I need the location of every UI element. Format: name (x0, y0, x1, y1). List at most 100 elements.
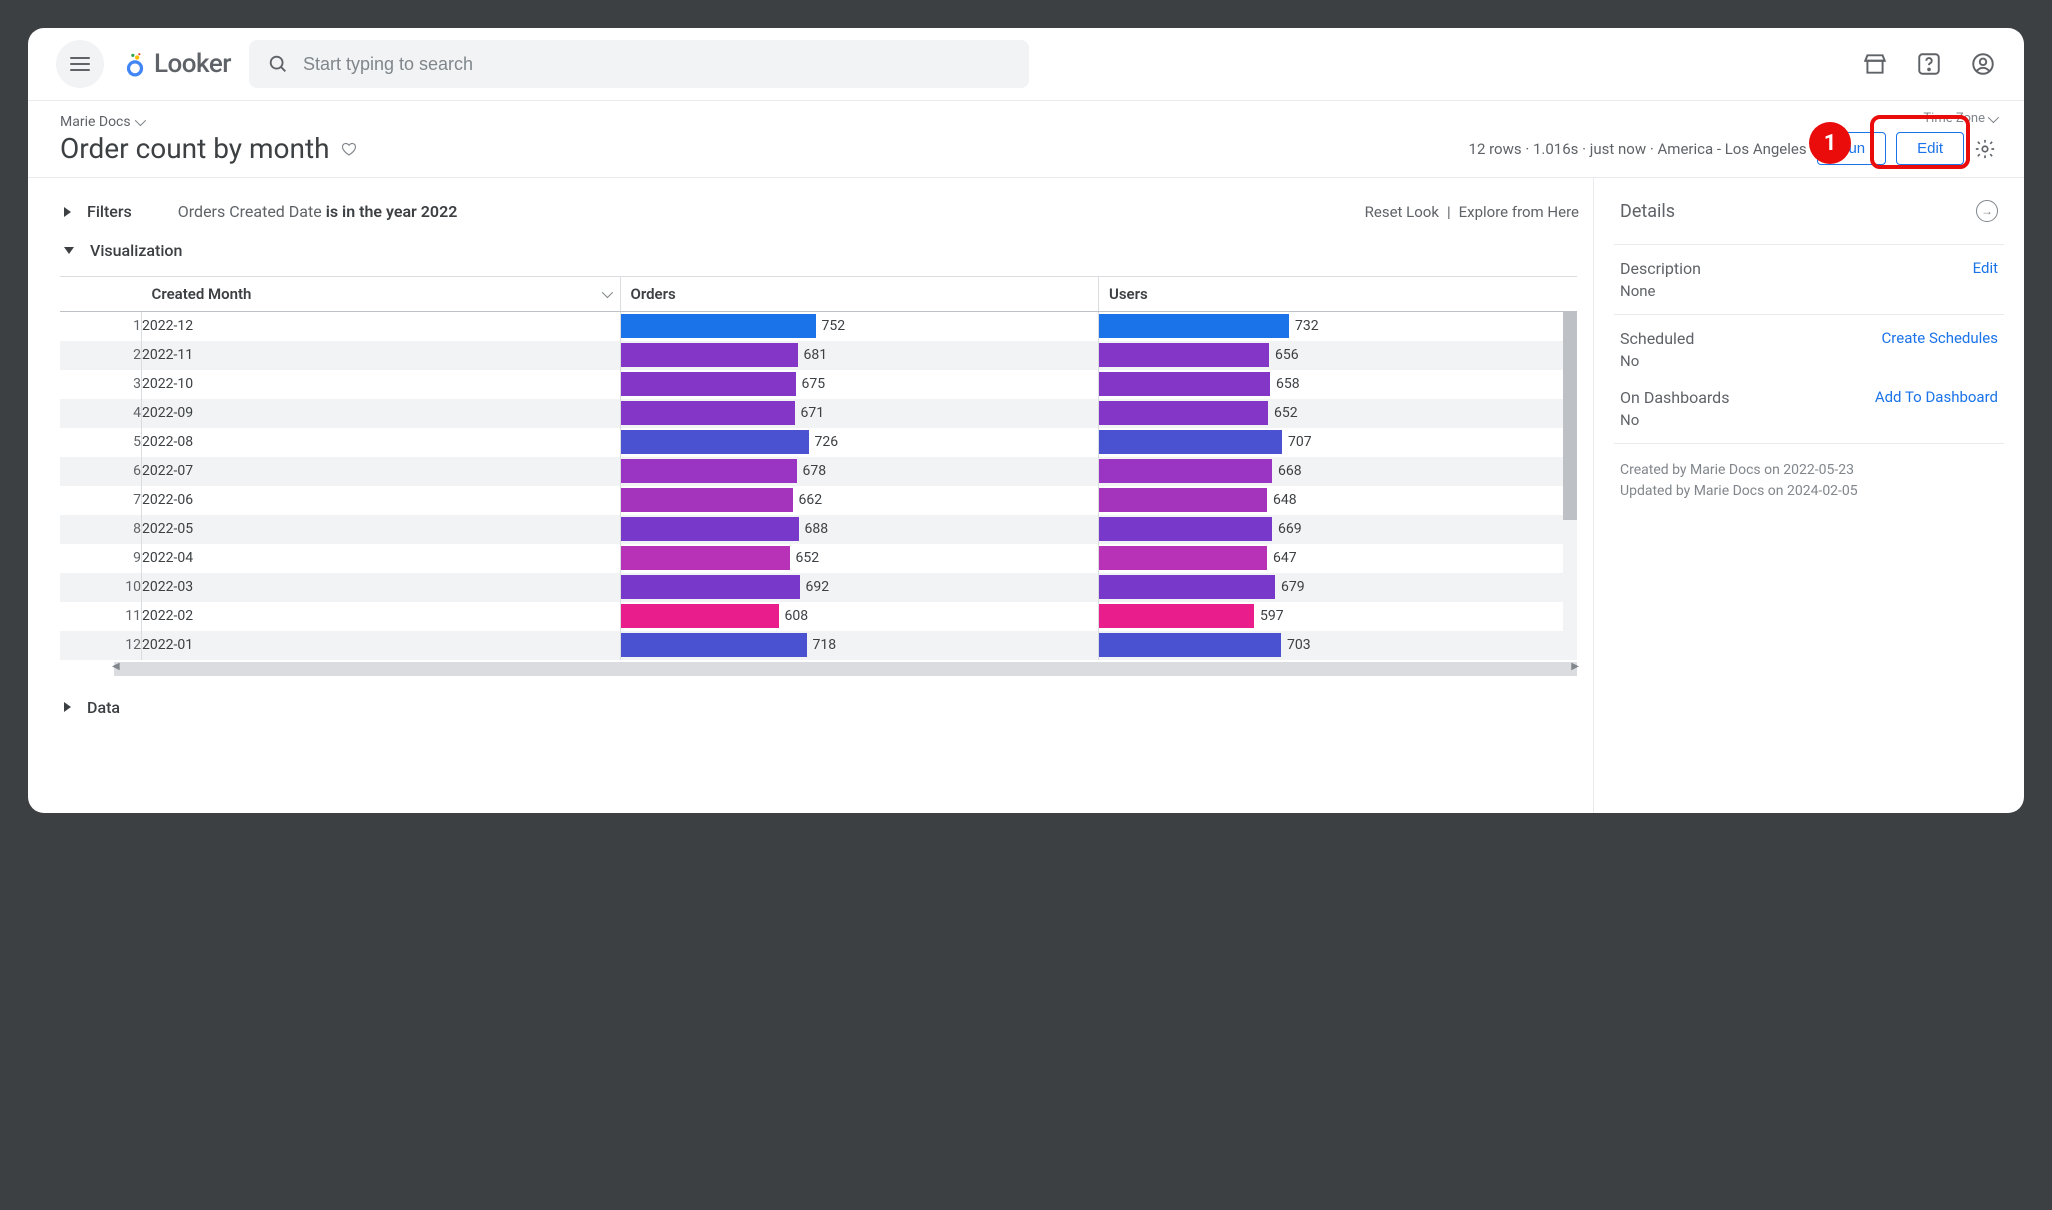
row-number: 8 (60, 515, 142, 544)
topbar: Looker (28, 28, 2024, 101)
row-number: 10 (60, 573, 142, 602)
month-cell: 2022-06 (142, 486, 620, 515)
users-bar-cell: 679 (1098, 573, 1577, 602)
orders-bar-cell: 671 (620, 399, 1098, 428)
row-number: 6 (60, 457, 142, 486)
gear-icon[interactable] (1974, 138, 1996, 160)
table-row[interactable]: 12 2022-01 718 703 (60, 631, 1577, 660)
caret-right-icon (64, 207, 71, 217)
search-bar[interactable] (249, 40, 1029, 88)
table-row[interactable]: 11 2022-02 608 597 (60, 602, 1577, 631)
data-label: Data (87, 698, 120, 717)
table-row[interactable]: 3 2022-10 675 658 (60, 370, 1577, 399)
users-bar-cell: 597 (1098, 602, 1577, 631)
app-window: Looker Marie Docs (28, 28, 2024, 813)
table-row[interactable]: 7 2022-06 662 648 (60, 486, 1577, 515)
add-to-dashboard-link[interactable]: Add To Dashboard (1875, 388, 1998, 406)
row-number: 5 (60, 428, 142, 457)
horizontal-scrollbar[interactable] (114, 662, 1577, 676)
row-number-header (60, 277, 142, 312)
month-cell: 2022-10 (142, 370, 620, 399)
row-number: 11 (60, 602, 142, 631)
month-cell: 2022-03 (142, 573, 620, 602)
table-row[interactable]: 10 2022-03 692 679 (60, 573, 1577, 602)
hamburger-icon (70, 57, 90, 71)
month-cell: 2022-08 (142, 428, 620, 457)
visualization-table: Created Month Orders Users 1 2022-12 752… (60, 276, 1577, 676)
table-row[interactable]: 9 2022-04 652 647 (60, 544, 1577, 573)
table-row[interactable]: 8 2022-05 688 669 (60, 515, 1577, 544)
users-bar-cell: 652 (1098, 399, 1577, 428)
row-number: 9 (60, 544, 142, 573)
column-header-orders[interactable]: Orders (620, 277, 1098, 312)
favorite-icon[interactable] (340, 140, 358, 158)
table-row[interactable]: 1 2022-12 752 732 (60, 312, 1577, 341)
logo[interactable]: Looker (122, 49, 231, 79)
users-bar-cell: 658 (1098, 370, 1577, 399)
orders-bar-cell: 652 (620, 544, 1098, 573)
details-title: Details (1620, 201, 1675, 222)
marketplace-icon[interactable] (1862, 51, 1888, 77)
details-pane: Details → Description None Edit Schedule… (1594, 178, 2024, 813)
month-cell: 2022-02 (142, 602, 620, 631)
caret-right-icon (64, 702, 71, 712)
search-icon (267, 53, 289, 75)
orders-bar-cell: 726 (620, 428, 1098, 457)
month-cell: 2022-05 (142, 515, 620, 544)
orders-bar-cell: 608 (620, 602, 1098, 631)
chevron-down-icon (601, 287, 612, 298)
row-number: 3 (60, 370, 142, 399)
filters-label: Filters (87, 202, 132, 221)
table-row[interactable]: 5 2022-08 726 707 (60, 428, 1577, 457)
orders-bar-cell: 692 (620, 573, 1098, 602)
top-icons (1862, 51, 1996, 77)
annotation-box (1870, 115, 1970, 169)
scheduled-value: No (1620, 352, 1694, 370)
hamburger-button[interactable] (56, 40, 104, 88)
search-input[interactable] (303, 54, 1011, 75)
metadata-text: Created by Marie Docs on 2022-05-23 Upda… (1614, 443, 2004, 518)
looker-logo-icon (122, 51, 148, 77)
edit-description-link[interactable]: Edit (1973, 259, 1998, 277)
row-number: 12 (60, 631, 142, 660)
chevron-down-icon (134, 115, 145, 126)
users-bar-cell: 732 (1098, 312, 1577, 341)
breadcrumb[interactable]: Marie Docs (60, 114, 358, 130)
users-bar-cell: 703 (1098, 631, 1577, 660)
users-bar-cell: 668 (1098, 457, 1577, 486)
orders-bar-cell: 752 (620, 312, 1098, 341)
collapse-icon[interactable]: → (1976, 200, 1998, 222)
on-dashboards-label: On Dashboards (1620, 388, 1729, 407)
page-title-text: Order count by month (60, 132, 330, 165)
orders-bar-cell: 688 (620, 515, 1098, 544)
table-row[interactable]: 2 2022-11 681 656 (60, 341, 1577, 370)
users-bar-cell: 669 (1098, 515, 1577, 544)
visualization-section[interactable]: Visualization (60, 231, 1583, 270)
row-number: 1 (60, 312, 142, 341)
column-header-users[interactable]: Users (1098, 277, 1577, 312)
orders-bar-cell: 662 (620, 486, 1098, 515)
page-header: Marie Docs Order count by month Time Zon… (28, 101, 2024, 178)
column-header-month[interactable]: Created Month (142, 277, 620, 312)
scheduled-label: Scheduled (1620, 329, 1694, 348)
orders-bar-cell: 675 (620, 370, 1098, 399)
chevron-down-icon (1988, 111, 1999, 122)
month-cell: 2022-12 (142, 312, 620, 341)
description-label: Description (1620, 259, 1701, 278)
account-icon[interactable] (1970, 51, 1996, 77)
table-row[interactable]: 4 2022-09 671 652 (60, 399, 1577, 428)
vertical-scrollbar[interactable] (1563, 311, 1577, 660)
create-schedules-link[interactable]: Create Schedules (1882, 329, 1998, 347)
filters-section[interactable]: Filters Orders Created Date is in the ye… (60, 192, 1583, 231)
month-cell: 2022-01 (142, 631, 620, 660)
explore-from-here-link[interactable]: Explore from Here (1459, 203, 1579, 221)
help-icon[interactable] (1916, 51, 1942, 77)
reset-look-link[interactable]: Reset Look (1365, 203, 1439, 221)
logo-text: Looker (154, 49, 231, 79)
filter-summary: Orders Created Date is in the year 2022 (178, 202, 458, 221)
row-number: 7 (60, 486, 142, 515)
caret-down-icon (64, 247, 74, 254)
orders-bar-cell: 678 (620, 457, 1098, 486)
data-section[interactable]: Data (60, 688, 1583, 727)
table-row[interactable]: 6 2022-07 678 668 (60, 457, 1577, 486)
